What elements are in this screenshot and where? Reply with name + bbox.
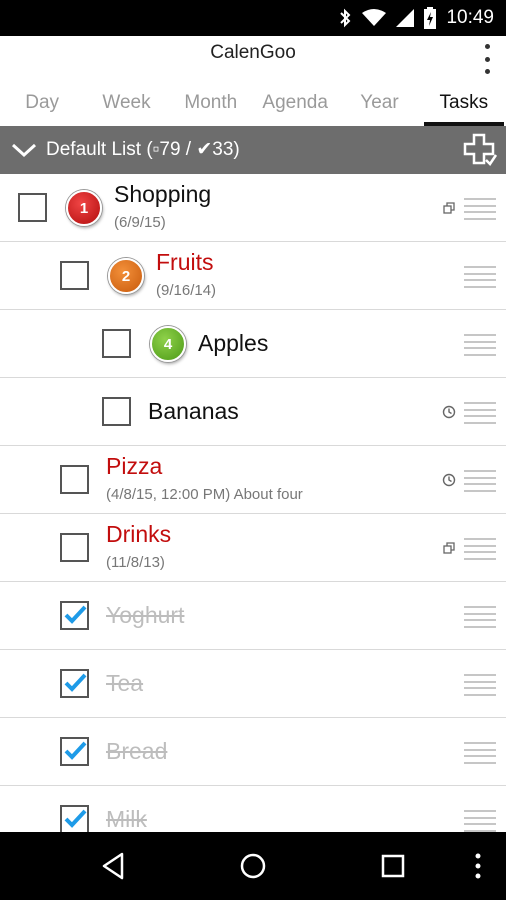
drag-handle-icon[interactable] [464,538,496,560]
task-name: Shopping [114,181,212,207]
drag-handle-icon[interactable] [464,742,496,764]
clock-icon [442,405,456,419]
overflow-menu-icon[interactable] [482,44,492,74]
task-checkbox[interactable] [18,193,47,222]
tab-tasks[interactable]: Tasks [422,80,506,126]
home-icon[interactable] [237,850,269,882]
task-row[interactable]: 4 Apples [0,310,506,378]
task-checkbox[interactable] [60,533,89,562]
task-row[interactable]: Bread [0,718,506,786]
drag-handle-icon[interactable] [464,334,496,356]
task-checkbox[interactable] [60,601,89,630]
list-header[interactable]: Default List (▫79 / ✔33) [0,126,506,174]
tab-day[interactable]: Day [0,80,84,126]
task-row[interactable]: Milk [0,786,506,832]
tab-month[interactable]: Month [169,80,253,126]
wifi-icon [362,9,387,26]
checkmark-icon [64,809,87,828]
task-checkbox[interactable] [102,329,131,358]
drag-handle-icon[interactable] [464,606,496,628]
battery-charging-icon [424,7,437,29]
add-task-icon[interactable] [462,132,498,168]
task-list: 1 Shopping (6/9/15) 2 Fruits (9/16/14) 4 Apples… [0,174,506,832]
task-details: (6/9/15) [114,214,166,231]
task-row[interactable]: Bananas [0,378,506,446]
bluetooth-icon [340,8,351,28]
chevron-down-icon[interactable] [10,138,38,162]
subtasks-icon [443,542,455,554]
task-name: Drinks [106,521,172,547]
view-tabs: Day Week Month Agenda Year Tasks [0,80,506,126]
tab-agenda[interactable]: Agenda [253,80,337,126]
task-name: Fruits [156,249,214,275]
task-name: Milk [106,806,147,832]
task-name: Apples [198,330,269,356]
tab-year[interactable]: Year [337,80,421,126]
checkmark-icon [64,605,87,624]
task-name: Bananas [148,398,239,424]
task-checkbox[interactable] [60,669,89,698]
subtasks-icon [443,202,455,214]
navigation-bar [0,832,506,900]
recents-icon[interactable] [377,850,409,882]
task-details: (9/16/14) [156,282,217,299]
task-details: (4/8/15, 12:00 PM) About four [106,486,303,503]
menu-icon[interactable] [462,850,494,882]
task-name: Tea [106,670,144,696]
priority-badge: 2 [108,258,144,294]
back-icon[interactable] [98,850,130,882]
task-row[interactable]: Drinks (11/8/13) [0,514,506,582]
task-row[interactable]: Yoghurt [0,582,506,650]
app-bar: CalenGoo [0,36,506,80]
drag-handle-icon[interactable] [464,810,496,832]
app-title: CalenGoo [210,42,296,63]
task-name: Bread [106,738,168,764]
task-checkbox[interactable] [60,261,89,290]
task-row[interactable]: Tea [0,650,506,718]
task-row[interactable]: Pizza (4/8/15, 12:00 PM) About four [0,446,506,514]
priority-badge: 4 [150,326,186,362]
status-bar: 10:49 [0,0,506,36]
task-checkbox[interactable] [102,397,131,426]
list-title: Default List (▫79 / ✔33) [46,139,240,160]
signal-icon [396,9,415,27]
task-checkbox[interactable] [60,805,89,832]
priority-badge: 1 [66,190,102,226]
task-name: Yoghurt [106,602,185,628]
drag-handle-icon[interactable] [464,198,496,220]
task-details: (11/8/13) [106,554,165,571]
checkmark-icon [64,741,87,760]
task-row[interactable]: 1 Shopping (6/9/15) [0,174,506,242]
task-row[interactable]: 2 Fruits (9/16/14) [0,242,506,310]
tab-week[interactable]: Week [84,80,168,126]
status-time: 10:49 [446,7,494,28]
clock-icon [442,473,456,487]
task-checkbox[interactable] [60,465,89,494]
drag-handle-icon[interactable] [464,470,496,492]
task-name: Pizza [106,453,163,479]
drag-handle-icon[interactable] [464,674,496,696]
task-checkbox[interactable] [60,737,89,766]
checkmark-icon [64,673,87,692]
drag-handle-icon[interactable] [464,266,496,288]
drag-handle-icon[interactable] [464,402,496,424]
